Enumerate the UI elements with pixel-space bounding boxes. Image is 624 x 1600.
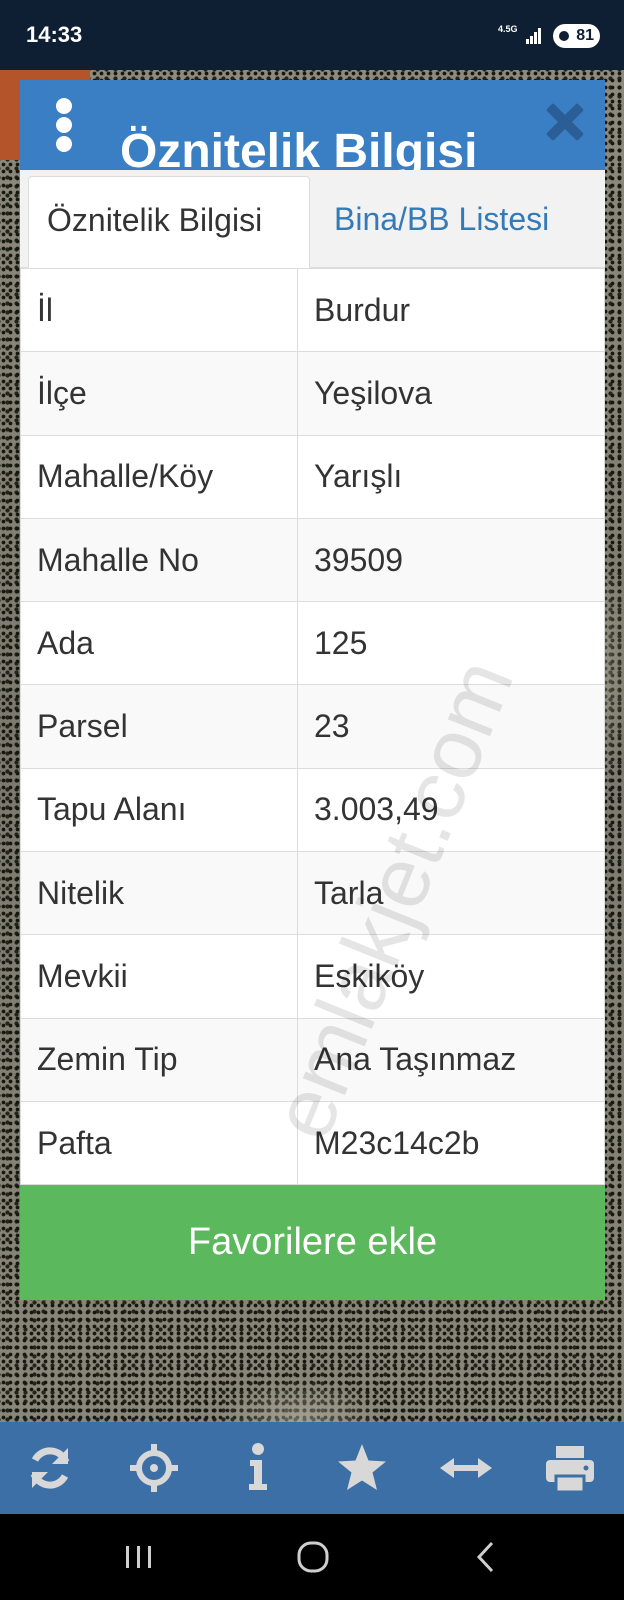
row-value: Yarışlı <box>297 434 605 519</box>
popup-header: Öznitelik Bilgisi <box>20 80 605 170</box>
network-type: 4.5G <box>498 24 518 34</box>
row-key: Zemin Tip <box>20 1017 298 1102</box>
popup-tabs: Öznitelik Bilgisi Bina/BB Listesi <box>20 170 605 268</box>
row-key: İlçe <box>20 351 298 436</box>
locate-icon[interactable] <box>126 1440 182 1496</box>
print-icon[interactable] <box>542 1440 598 1496</box>
row-key: Mahalle No <box>20 517 298 603</box>
table-row: Parsel 23 <box>20 684 605 769</box>
tab-building-list[interactable]: Bina/BB Listesi <box>316 176 601 268</box>
signal-icon <box>526 28 542 44</box>
measure-icon[interactable] <box>438 1440 494 1496</box>
add-favorite-button[interactable]: Favorilere ekle <box>20 1185 605 1300</box>
row-value: 23 <box>297 684 605 769</box>
attribute-table: İl Burdur İlçe Yeşilova Mahalle/Köy Yarışlı… <box>20 267 605 1186</box>
tab-attribute-info[interactable]: Öznitelik Bilgisi <box>28 176 310 268</box>
attribute-popup: Öznitelik Bilgisi Öznitelik Bilgisi Bina… <box>20 80 605 1300</box>
status-bar: 14:33 4.5G 81 <box>0 0 624 70</box>
table-row: Nitelik Tarla <box>20 851 605 936</box>
row-key: Tapu Alanı <box>20 767 298 853</box>
table-row: İl Burdur <box>20 267 605 353</box>
close-icon[interactable] <box>545 102 585 142</box>
table-row: Mevkii Eskiköy <box>20 934 605 1019</box>
row-value: Ana Taşınmaz <box>297 1017 605 1102</box>
row-value: M23c14c2b <box>297 1100 605 1186</box>
battery-indicator: 81 <box>553 24 600 48</box>
recent-apps-icon[interactable] <box>114 1534 164 1580</box>
star-icon[interactable] <box>334 1440 390 1496</box>
row-value: 3.003,49 <box>297 767 605 853</box>
home-icon[interactable] <box>288 1534 338 1580</box>
row-key: İl <box>20 267 298 353</box>
info-icon[interactable] <box>230 1440 286 1496</box>
row-key: Mahalle/Köy <box>20 434 298 519</box>
back-icon[interactable] <box>462 1534 512 1580</box>
table-row: Ada 125 <box>20 601 605 686</box>
row-key: Nitelik <box>20 851 298 936</box>
row-value: Burdur <box>297 267 605 353</box>
table-row: Pafta M23c14c2b <box>20 1100 605 1186</box>
table-row: Mahalle No 39509 <box>20 517 605 603</box>
system-nav-bar <box>0 1514 624 1600</box>
bottom-toolbar <box>0 1422 624 1514</box>
table-row: İlçe Yeşilova <box>20 351 605 436</box>
row-value: Yeşilova <box>297 351 605 436</box>
row-value: Tarla <box>297 851 605 936</box>
row-value: 39509 <box>297 517 605 603</box>
row-key: Mevkii <box>20 934 298 1019</box>
menu-kebab-icon[interactable] <box>54 98 74 152</box>
table-row: Zemin Tip Ana Taşınmaz <box>20 1017 605 1102</box>
refresh-icon[interactable] <box>22 1440 78 1496</box>
row-key: Ada <box>20 601 298 686</box>
row-key: Parsel <box>20 684 298 769</box>
popup-title: Öznitelik Bilgisi <box>120 125 478 170</box>
status-time: 14:33 <box>26 22 83 47</box>
row-value: Eskiköy <box>297 934 605 1019</box>
row-key: Pafta <box>20 1100 298 1186</box>
table-row: Tapu Alanı 3.003,49 <box>20 767 605 853</box>
table-row: Mahalle/Köy Yarışlı <box>20 434 605 519</box>
row-value: 125 <box>297 601 605 686</box>
